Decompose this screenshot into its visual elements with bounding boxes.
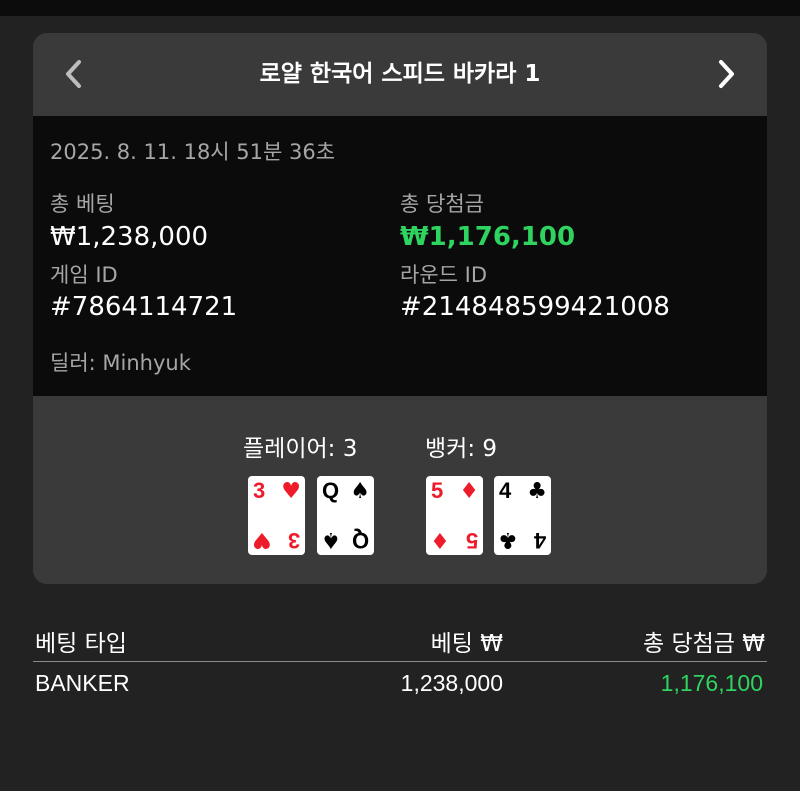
diamond-icon: ♦: [430, 527, 450, 552]
card-rank: 3: [287, 528, 300, 553]
card-rank: 4: [533, 528, 546, 553]
card-rank: 5: [431, 478, 444, 503]
club-icon: ♣: [498, 527, 518, 552]
game-title: 로얄 한국어 스피드 바카라 1: [259, 61, 541, 87]
game-id-label: 게임 ID: [50, 263, 118, 287]
heart-icon: ♥: [252, 527, 272, 552]
total-win-value: ₩1,176,100: [400, 222, 576, 252]
top-bar: [0, 0, 800, 16]
round-id-value: #214848599421008: [400, 292, 670, 322]
player-card-1: 3 ♥ ♥ 3: [248, 476, 305, 555]
hands-area: 플레이어: 3 뱅커: 9 3 ♥ ♥ 3 Q ♠ ♠ Q 5 ♦ ♦ 5 4 …: [33, 396, 767, 584]
header-bet-amount: 베팅 ₩: [430, 631, 503, 657]
dealer-name: 딜러: Minhyuk: [50, 351, 191, 375]
header-bet-type: 베팅 타입: [35, 631, 127, 657]
spade-icon: ♠: [350, 479, 370, 504]
card-header: 로얄 한국어 스피드 바카라 1: [33, 33, 767, 116]
total-bet-value: ₩1,238,000: [50, 222, 209, 252]
card-rank: Q: [351, 528, 369, 553]
round-detail-card: 로얄 한국어 스피드 바카라 1 2025. 8. 11. 18시 51분 36…: [33, 33, 767, 584]
card-rank: 4: [499, 478, 512, 503]
card-rank: 5: [465, 528, 478, 553]
banker-score-label: 뱅커: 9: [425, 436, 498, 462]
total-bet-label: 총 베팅: [50, 192, 115, 216]
table-divider: [33, 661, 767, 662]
card-rank: Q: [322, 478, 340, 503]
round-datetime: 2025. 8. 11. 18시 51분 36초: [50, 140, 336, 164]
chevron-right-icon: [719, 60, 734, 88]
player-score-label: 플레이어: 3: [243, 436, 358, 462]
next-round-button[interactable]: [707, 56, 743, 92]
diamond-icon: ♦: [459, 479, 479, 504]
heart-icon: ♥: [281, 479, 301, 504]
banker-card-2: 4 ♣ ♣ 4: [494, 476, 551, 555]
header-total-win: 총 당첨금 ₩: [642, 631, 765, 657]
total-win-label: 총 당첨금: [400, 192, 484, 216]
banker-card-1: 5 ♦ ♦ 5: [426, 476, 483, 555]
prev-round-button[interactable]: [57, 56, 93, 92]
round-id-label: 라운드 ID: [400, 263, 487, 287]
club-icon: ♣: [527, 479, 547, 504]
card-rank: 3: [253, 478, 266, 503]
spade-icon: ♠: [321, 527, 341, 552]
chevron-left-icon: [66, 60, 81, 88]
game-id-value: #7864114721: [50, 292, 238, 322]
player-card-2: Q ♠ ♠ Q: [317, 476, 374, 555]
row-bet-type: BANKER: [35, 670, 130, 696]
row-win-amount: 1,176,100: [660, 670, 763, 696]
round-info: 2025. 8. 11. 18시 51분 36초 총 베팅 ₩1,238,000…: [33, 116, 767, 396]
row-bet-amount: 1,238,000: [400, 670, 503, 696]
